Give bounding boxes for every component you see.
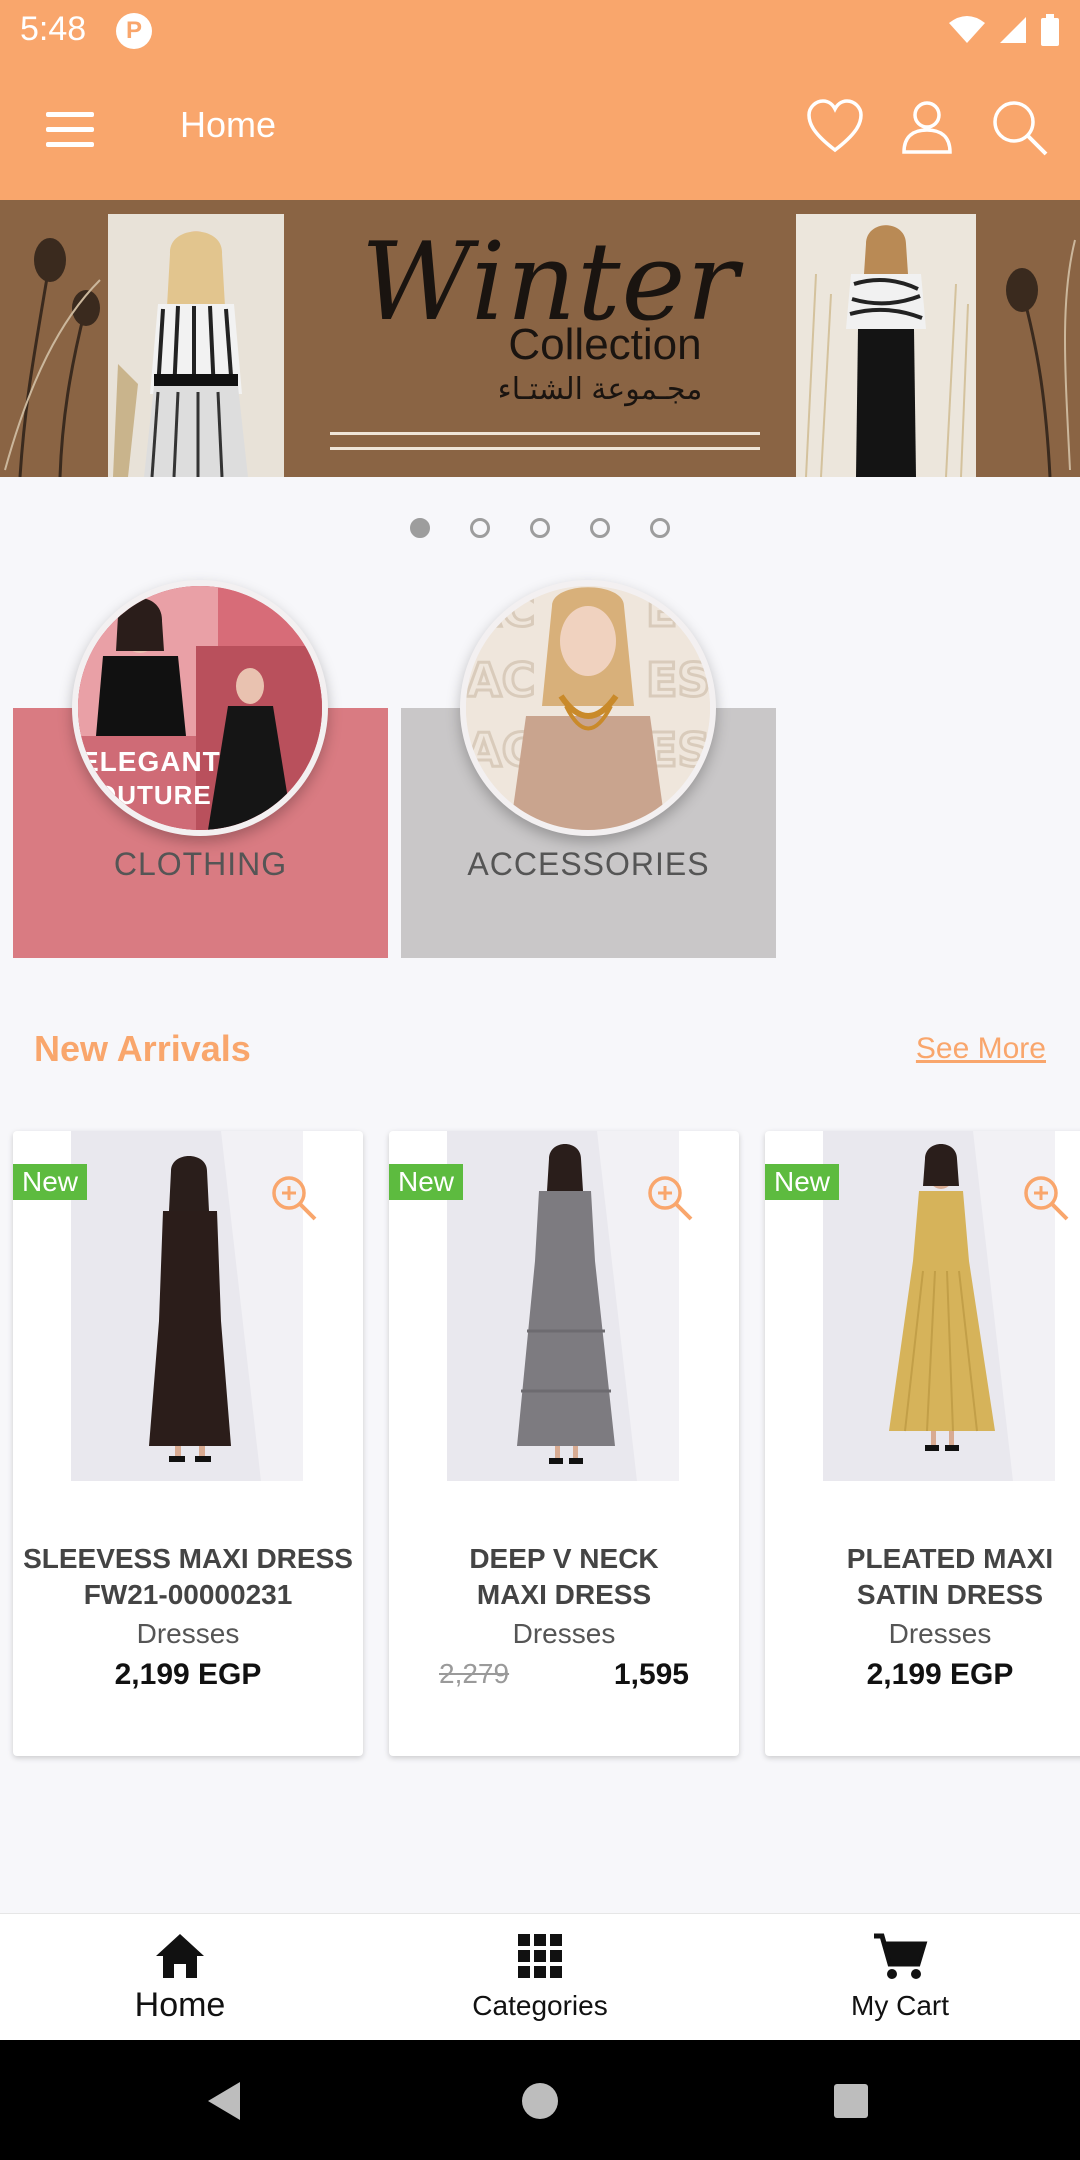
new-badge: New [389,1164,463,1200]
wifi-icon [949,16,985,43]
product-name-line: DEEP V NECK [469,1543,659,1574]
battery-icon [1041,14,1059,46]
product-price: 2,199 EGP [866,1658,1014,1691]
nav-item-cart[interactable]: My Cart [720,1914,1080,2040]
home-circle-icon[interactable] [515,2076,565,2126]
hamburger-menu-icon[interactable] [36,100,106,160]
cart-icon [874,1933,928,1979]
dried-plants-right-decoration [1006,239,1076,477]
back-icon[interactable] [200,2076,250,2126]
nav-label-cart: My Cart [851,1990,949,2021]
new-badge: New [13,1164,87,1200]
svg-text:ES: ES [646,586,710,637]
clothing-image-text-elegant: ELEGANT [80,746,221,777]
nav-label-categories: Categories [472,1990,608,2021]
nav-item-home[interactable]: Home [0,1914,360,2040]
banner-pagination-dots [0,518,1080,542]
new-badge: New [765,1164,839,1200]
product-category: Dresses [136,1618,240,1649]
home-icon [156,1934,204,1978]
product-name: SLEEVESS MAXI DRESS FW21-00000231 [23,1541,353,1613]
bottom-navigation: Home Categories My Cart [0,1913,1080,2040]
pagination-dot[interactable] [470,518,490,538]
category-image-accessories[interactable]: AC AC AC ES ES ES [460,580,716,836]
promo-banner[interactable]: Winter Collection مجـموعة الشتـاء [0,200,1080,477]
status-bar: 5:48 P [0,0,1080,60]
product-name-line: SLEEVESS MAXI DRESS [23,1543,353,1574]
app-bar: Home [0,60,1080,200]
pagination-dot[interactable] [590,518,610,538]
cellular-signal-icon [1000,17,1026,43]
dried-plants-left-decoration [4,238,101,477]
page-title: Home [180,104,277,145]
product-sale-price: 1,595 [613,1658,689,1691]
notification-app-icon: P [116,13,152,49]
recents-square-icon[interactable] [826,2076,876,2126]
banner-model-left-image [108,214,284,477]
banner-arabic-subtitle: مجـموعة الشتـاء [497,373,703,406]
product-name-line: MAXI DRESS [476,1579,652,1610]
status-time: 5:48 [20,10,87,48]
pagination-dot[interactable] [530,518,550,538]
product-name-line: PLEATED MAXI [846,1543,1054,1574]
section-title-new-arrivals: New Arrivals [34,1028,251,1069]
pagination-dot[interactable] [410,518,430,538]
banner-divider-lines [330,432,760,462]
clothing-image-text-couture: OUTURE [96,780,212,810]
product-card[interactable]: New PLEATED MAXI SATIN DRESS Dresses 2,1… [765,1131,1080,1756]
zoom-in-icon[interactable] [1021,1173,1071,1223]
product-old-price: 2,279 [439,1658,510,1689]
app-bar-actions [804,96,1050,158]
svg-text:AC: AC [466,586,535,637]
category-image-clothing[interactable]: ELEGANT OUTURE [72,580,328,836]
product-name: DEEP V NECK MAXI DRESS [399,1541,729,1613]
see-more-link[interactable]: See More [916,1032,1046,1066]
product-card[interactable]: New SLEEVESS MAXI DRESS FW21-00000231 Dr… [13,1131,363,1756]
product-card[interactable]: New DEEP V NECK MAXI DRESS Dresses 2,279… [389,1131,739,1756]
product-price: 2,199 EGP [114,1658,262,1691]
category-label-clothing: CLOTHING [113,846,288,882]
grid-icon [518,1934,562,1978]
zoom-in-icon[interactable] [269,1173,319,1223]
zoom-in-icon[interactable] [645,1173,695,1223]
product-category: Dresses [888,1618,992,1649]
banner-subtitle: Collection [508,320,702,369]
nav-item-categories[interactable]: Categories [360,1914,720,2040]
category-label-accessories: ACCESSORIES [467,846,710,882]
product-name-line: SATIN DRESS [856,1579,1044,1610]
account-user-icon[interactable] [896,96,958,158]
banner-model-right-image [796,214,976,477]
search-icon[interactable] [988,96,1050,158]
product-name: PLEATED MAXI SATIN DRESS [775,1541,1080,1613]
svg-text:ES: ES [646,653,710,707]
pagination-dot[interactable] [650,518,670,538]
product-category: Dresses [512,1618,616,1649]
system-navigation-bar [0,2040,1080,2160]
nav-label-home: Home [134,1986,226,2024]
product-name-line: FW21-00000231 [83,1579,293,1610]
svg-text:AC: AC [466,653,535,707]
status-icons [948,12,1060,48]
wishlist-heart-icon[interactable] [804,96,866,158]
